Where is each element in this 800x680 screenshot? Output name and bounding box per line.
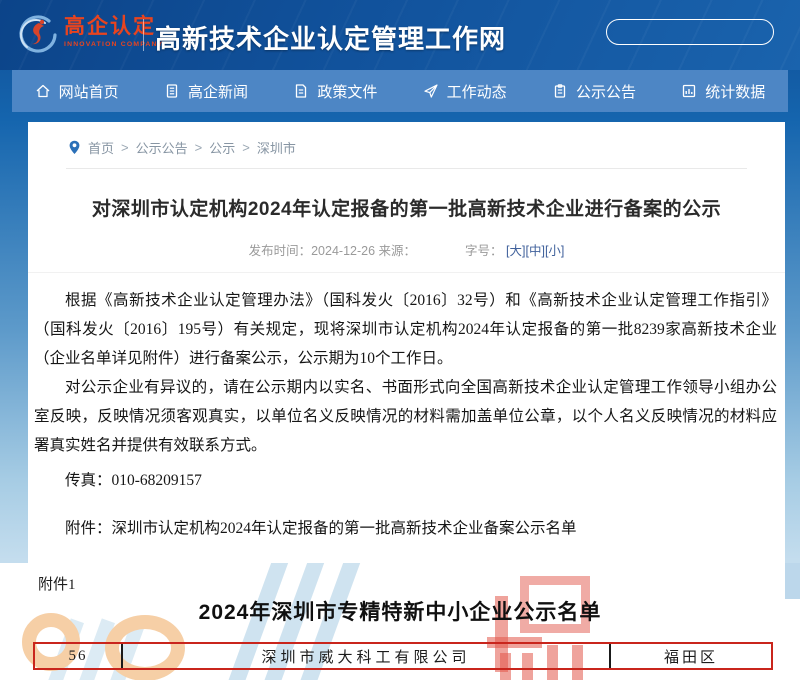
row-serial-cell: 56 [35, 644, 123, 668]
article-meta: 发布时间：2024-12-26 来源： 字号： [大][中][小] [28, 240, 785, 273]
nav-item-announcements[interactable]: 公示公告 [552, 81, 636, 102]
nav-label: 政策文件 [317, 81, 377, 102]
highlighted-table-row: 56 深圳市威大科工有限公司 福田区 [33, 642, 773, 670]
source-label: 来源： [379, 244, 417, 258]
logo-en-label: INNOVATION COMPANY [64, 40, 163, 50]
attachment-label: 附件1 [38, 573, 76, 594]
attachment-image-section: 附件1 2024年深圳市专精特新中小企业公示名单 56 深圳市威大科工有限公司 … [0, 563, 800, 680]
fontsize-label: 字号： [465, 244, 503, 258]
stats-icon [681, 83, 697, 99]
site-title: 高新技术企业认定管理工作网 [155, 19, 506, 56]
site-header: 高企认定 INNOVATION COMPANY 高新技术企业认定管理工作网 [0, 0, 800, 70]
article-paragraph: 根据《高新技术企业认定管理办法》（国科发火〔2016〕32号）和《高新技术企业认… [34, 286, 777, 373]
announcement-icon [552, 83, 568, 99]
policy-icon [293, 83, 309, 99]
article-title: 对深圳市认定机构2024年认定报备的第一批高新技术企业进行备案的公示 [56, 194, 757, 221]
fax-line: 传真：010-68209157 [34, 466, 777, 495]
breadcrumb-publicity[interactable]: 公示 [209, 138, 235, 157]
publish-time-label: 发布时间： [249, 244, 312, 258]
page: 高企认定 INNOVATION COMPANY 高新技术企业认定管理工作网 网站… [0, 0, 800, 680]
home-icon [35, 83, 51, 99]
attachment-list-title: 2024年深圳市专精特新中小企业公示名单 [0, 596, 800, 626]
site-logo-icon[interactable] [15, 13, 59, 57]
site-logo-text[interactable]: 高企认定 INNOVATION COMPANY [64, 14, 163, 50]
background-corner-patch [785, 563, 800, 599]
fontsize-small-button[interactable]: [小] [545, 244, 564, 258]
nav-item-policy[interactable]: 政策文件 [293, 81, 377, 102]
article-paragraph: 对公示企业有异议的，请在公示期内以实名、书面形式向全国高新技术企业认定管理工作领… [34, 373, 777, 460]
breadcrumb-separator: > [121, 140, 129, 155]
nav-item-statistics[interactable]: 统计数据 [681, 81, 765, 102]
row-district-cell: 福田区 [611, 644, 771, 668]
header-divider [143, 19, 144, 51]
search-box[interactable] [606, 19, 774, 45]
location-pin-icon [68, 140, 81, 155]
dynamics-icon [423, 83, 439, 99]
breadcrumb-separator: > [195, 140, 203, 155]
nav-label: 工作动态 [447, 81, 507, 102]
publish-date: 2024-12-26 [311, 244, 375, 258]
news-icon [164, 83, 180, 99]
breadcrumb: 首页 > 公示公告 > 公示 > 深圳市 [66, 122, 747, 169]
breadcrumb-home[interactable]: 首页 [88, 138, 114, 157]
nav-label: 网站首页 [59, 81, 119, 102]
main-nav: 网站首页 高企新闻 政策文件 工作动态 公示公告 统计数据 [12, 70, 788, 112]
breadcrumb-shenzhen[interactable]: 深圳市 [257, 138, 296, 157]
nav-item-dynamics[interactable]: 工作动态 [423, 81, 507, 102]
row-company-cell: 深圳市威大科工有限公司 [123, 644, 611, 668]
breadcrumb-separator: > [242, 140, 250, 155]
nav-label: 高企新闻 [188, 81, 248, 102]
fontsize-medium-button[interactable]: [中] [525, 244, 544, 258]
fontsize-large-button[interactable]: [大] [506, 244, 525, 258]
nav-label: 公示公告 [576, 81, 636, 102]
nav-item-home[interactable]: 网站首页 [35, 81, 119, 102]
nav-label: 统计数据 [705, 81, 765, 102]
logo-cn-label: 高企认定 [64, 14, 163, 40]
breadcrumb-announcements[interactable]: 公示公告 [136, 138, 188, 157]
attachment-line: 附件：深圳市认定机构2024年认定报备的第一批高新技术企业备案公示名单 [34, 514, 777, 543]
nav-item-news[interactable]: 高企新闻 [164, 81, 248, 102]
search-input[interactable] [607, 20, 782, 44]
